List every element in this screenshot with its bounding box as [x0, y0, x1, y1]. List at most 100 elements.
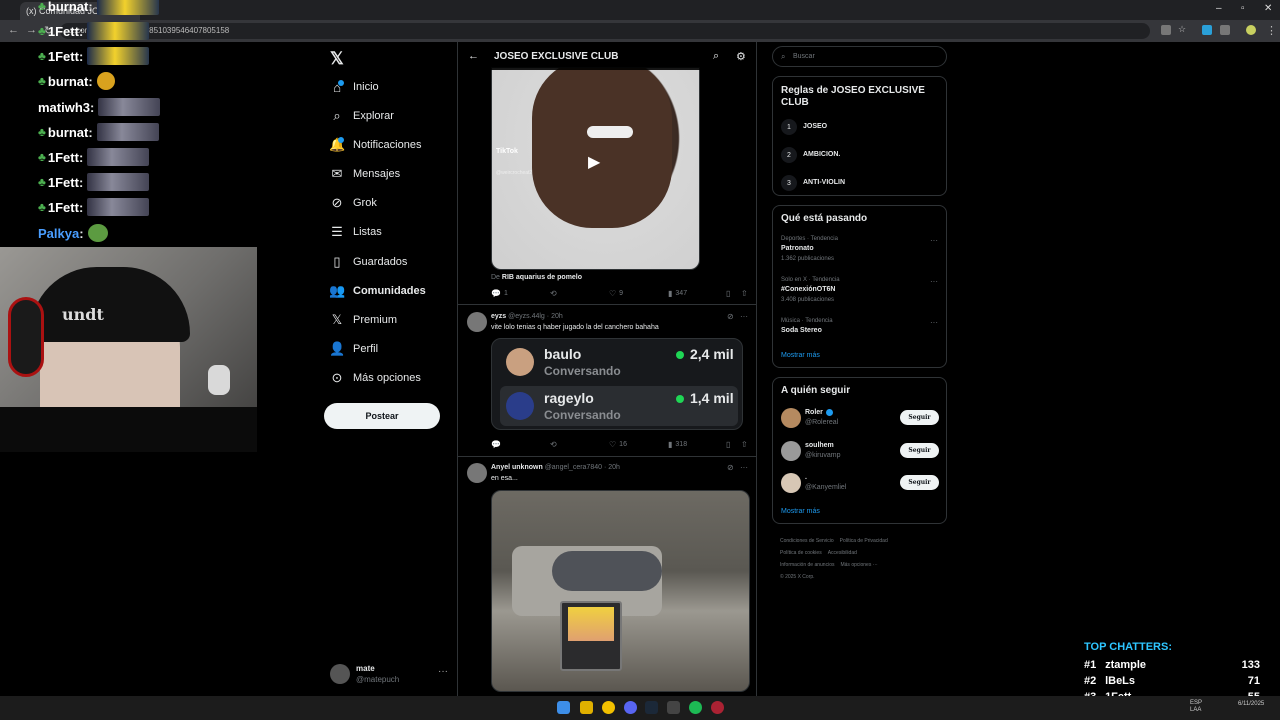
- spotify-icon[interactable]: [689, 701, 702, 714]
- embedded-image[interactable]: baulo Conversando 2,4 mil rageylo Conver…: [491, 338, 743, 430]
- footer-link[interactable]: Condiciones de Servicio: [780, 538, 834, 544]
- steam-icon[interactable]: [645, 701, 658, 714]
- search-icon[interactable]: ⌕: [713, 50, 719, 63]
- kebab-menu-icon[interactable]: ⋮: [1266, 24, 1277, 37]
- grok-icon[interactable]: ⊘: [727, 463, 734, 472]
- account-switcher[interactable]: mate @matepuch ···: [330, 662, 450, 686]
- star-icon[interactable]: ☆: [1178, 24, 1188, 34]
- like-button[interactable]: ♡ 16: [609, 440, 627, 449]
- viewer-count: 1,4 mil: [676, 390, 734, 406]
- tweet-author[interactable]: Anyel unknown: [491, 464, 543, 471]
- views-icon: ▮: [668, 440, 673, 449]
- follow-button[interactable]: Seguir: [900, 443, 939, 458]
- discord-icon[interactable]: [624, 701, 637, 714]
- avatar[interactable]: [781, 473, 801, 493]
- bookmark-button[interactable]: ▯: [726, 440, 733, 449]
- play-icon[interactable]: ▶: [588, 152, 600, 172]
- follow-name-text: soulhem: [805, 442, 834, 449]
- trend-count: 3.408 publicaciones: [781, 297, 835, 303]
- footer-link[interactable]: Accesibilidad: [828, 550, 857, 556]
- views-button[interactable]: ▮ 347: [668, 289, 687, 298]
- file-explorer-icon[interactable]: [580, 701, 593, 714]
- chat-colon: :: [78, 23, 84, 39]
- forward-icon[interactable]: →: [26, 24, 37, 36]
- sidebar-item-perfil[interactable]: 👤 Perfil: [329, 339, 378, 359]
- x-logo-icon[interactable]: 𝕏: [330, 49, 344, 69]
- app-icon[interactable]: [667, 701, 680, 714]
- video-player[interactable]: TikTok @weircrocheat2 ▶: [491, 67, 700, 270]
- maximize-icon[interactable]: ▫: [1241, 3, 1245, 14]
- views-button[interactable]: ▮ 318: [668, 440, 687, 449]
- avatar[interactable]: [781, 441, 801, 461]
- post-button[interactable]: Postear: [324, 403, 440, 429]
- chat-message: ♣ 1Fett:: [38, 196, 150, 218]
- profile-avatar-icon[interactable]: [1246, 25, 1256, 35]
- reply-button[interactable]: 💬: [491, 440, 504, 449]
- caption-source[interactable]: RIB aquarius de pomelo: [502, 274, 582, 281]
- obs-icon[interactable]: [711, 701, 724, 714]
- gear-icon[interactable]: ⚙: [736, 50, 746, 63]
- sidebar-item-guardados[interactable]: ▯ Guardados: [329, 252, 407, 272]
- avatar[interactable]: [467, 312, 487, 332]
- avatar[interactable]: [467, 463, 487, 483]
- more-icon[interactable]: ···: [930, 236, 938, 245]
- footer-link[interactable]: Política de Privacidad: [840, 538, 888, 544]
- sidebar-item-premium[interactable]: 𝕏 Premium: [329, 310, 397, 330]
- clock[interactable]: 6/11/2025: [1238, 701, 1264, 708]
- more-icon[interactable]: ···: [740, 312, 748, 321]
- divider: [458, 304, 756, 305]
- close-icon[interactable]: ✕: [1264, 3, 1272, 14]
- lang-layout: LAA: [1190, 707, 1202, 713]
- extension-icon[interactable]: [1202, 25, 1212, 35]
- follow-button[interactable]: Seguir: [900, 410, 939, 425]
- footer-link[interactable]: Información de anuncios: [780, 562, 834, 568]
- puzzle-icon[interactable]: [1220, 25, 1230, 35]
- more-icon[interactable]: ···: [930, 318, 938, 327]
- footer-link[interactable]: Más opciones ···: [840, 562, 877, 568]
- notification-dot: [338, 137, 344, 143]
- more-icon[interactable]: ···: [740, 463, 748, 472]
- footer-link: © 2025 X Corp.: [780, 574, 815, 580]
- retweet-button[interactable]: ⟲: [550, 440, 560, 449]
- sidebar-item-grok[interactable]: ⊘ Grok: [329, 193, 377, 213]
- video-teeth: [587, 126, 633, 138]
- back-arrow-icon[interactable]: ←: [468, 50, 479, 62]
- grok-icon[interactable]: ⊘: [727, 312, 734, 321]
- more-icon[interactable]: ···: [438, 666, 448, 677]
- windows-start-icon[interactable]: [557, 701, 570, 714]
- viewer-count-value: 1,4 mil: [690, 390, 734, 406]
- sidebar-item-más-opciones[interactable]: ⊙ Más opciones: [329, 368, 421, 388]
- footer-link[interactable]: Política de cookies: [780, 550, 822, 556]
- tweet-photo[interactable]: [491, 490, 750, 692]
- chat-username: 1Fett: [47, 174, 79, 190]
- sidebar-item-comunidades[interactable]: 👥 Comunidades: [329, 281, 426, 301]
- back-icon[interactable]: ←: [8, 24, 19, 36]
- rule-number: 1: [781, 119, 797, 135]
- sidebar-item-inicio[interactable]: ⌂ Inicio: [329, 77, 379, 97]
- sidebar-item-mensajes[interactable]: ✉ Mensajes: [329, 164, 401, 184]
- sidebar-item-notificaciones[interactable]: 🔔 Notificaciones: [329, 135, 421, 155]
- share-button[interactable]: ⇧: [741, 440, 751, 449]
- sidebar-item-listas[interactable]: ☰ Listas: [329, 222, 382, 242]
- follow-handle: @kiruvamp: [805, 452, 841, 459]
- avatar[interactable]: [781, 408, 801, 428]
- chrome-icon[interactable]: [602, 701, 615, 714]
- show-more-link[interactable]: Mostrar más: [781, 352, 820, 359]
- like-button[interactable]: ♡ 9: [609, 289, 623, 298]
- cast-icon[interactable]: [1161, 25, 1171, 35]
- url-field[interactable]: x.com/i/communities/1851039546407805158: [60, 23, 1150, 39]
- tweet-author[interactable]: eyzs: [491, 313, 506, 320]
- language-indicator[interactable]: ESP LAA: [1190, 700, 1202, 714]
- video-caption[interactable]: De RIB aquarius de pomelo: [491, 274, 582, 281]
- more-icon[interactable]: ···: [930, 277, 938, 286]
- bookmark-button[interactable]: ▯: [726, 289, 733, 298]
- search-input[interactable]: ⌕ Buscar: [772, 46, 947, 67]
- share-button[interactable]: ⇧: [741, 289, 751, 298]
- minimize-icon[interactable]: –: [1216, 3, 1222, 14]
- retweet-button[interactable]: ⟲: [550, 289, 560, 298]
- sidebar-item-explorar[interactable]: ⌕ Explorar: [329, 106, 394, 126]
- show-more-link[interactable]: Mostrar más: [781, 508, 820, 515]
- follow-button[interactable]: Seguir: [900, 475, 939, 490]
- reply-button[interactable]: 💬 1: [491, 289, 508, 298]
- community-timeline[interactable]: ← JOSEO EXCLUSIVE CLUB ⌕ ⚙ TikTok @weirc…: [457, 42, 757, 696]
